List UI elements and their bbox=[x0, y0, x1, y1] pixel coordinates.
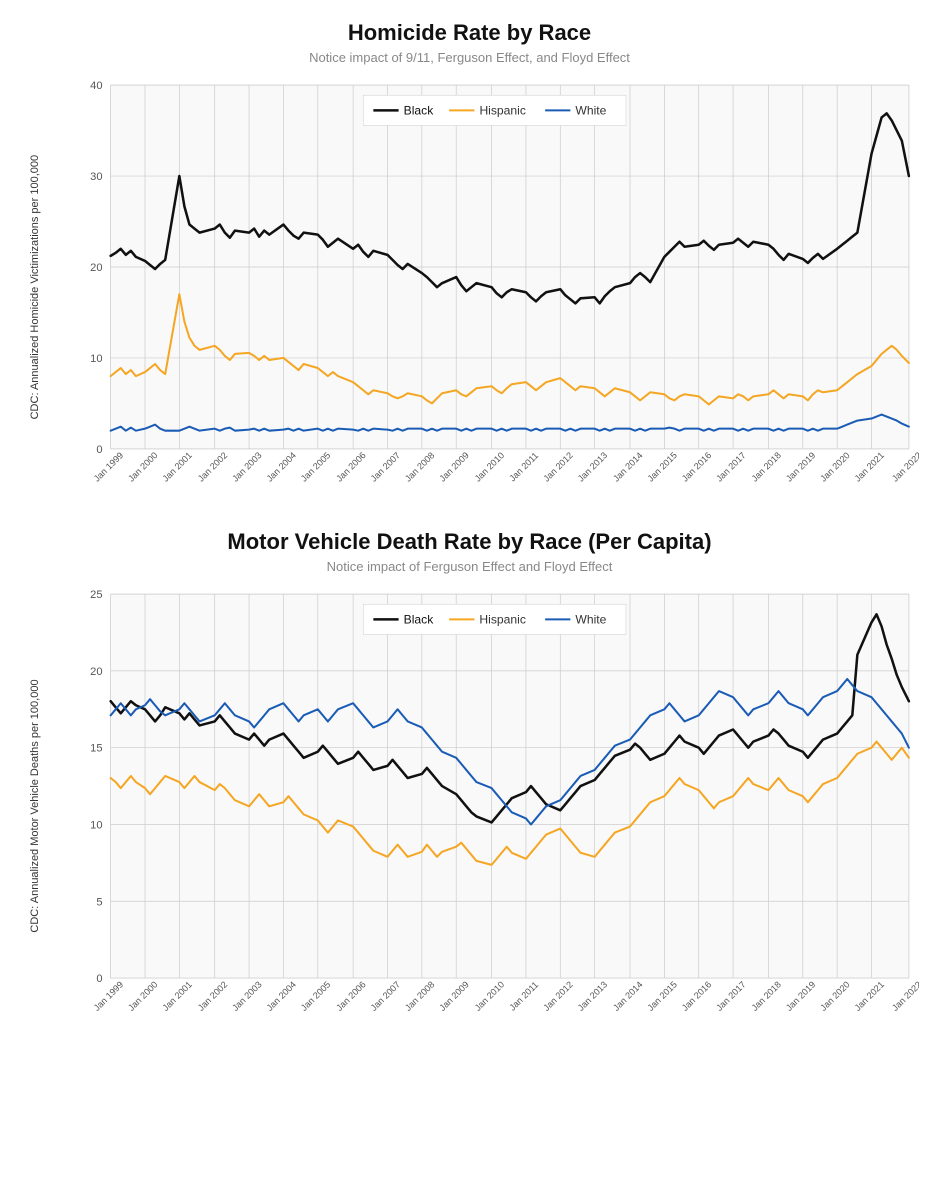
svg-text:Jan 2022: Jan 2022 bbox=[890, 980, 919, 1013]
svg-text:Jan 2007: Jan 2007 bbox=[369, 450, 402, 483]
svg-text:Jan 2002: Jan 2002 bbox=[196, 450, 229, 483]
svg-text:Jan 2005: Jan 2005 bbox=[299, 980, 332, 1013]
chart2-title: Motor Vehicle Death Rate by Race (Per Ca… bbox=[20, 529, 919, 555]
svg-text:Jan 2008: Jan 2008 bbox=[403, 450, 436, 483]
svg-text:0: 0 bbox=[96, 444, 102, 456]
svg-text:Jan 2007: Jan 2007 bbox=[369, 980, 402, 1013]
svg-text:Jan 2021: Jan 2021 bbox=[853, 450, 886, 483]
svg-text:Jan 2014: Jan 2014 bbox=[611, 980, 644, 1013]
svg-text:Jan 2010: Jan 2010 bbox=[473, 980, 506, 1013]
svg-text:Jan 2022: Jan 2022 bbox=[890, 450, 919, 483]
svg-text:Jan 2015: Jan 2015 bbox=[645, 450, 678, 483]
chart1-plot-area: 0 10 20 30 40 bbox=[50, 75, 919, 499]
svg-text:Jan 2019: Jan 2019 bbox=[784, 980, 817, 1013]
svg-text:Jan 2018: Jan 2018 bbox=[750, 450, 783, 483]
chart1-title: Homicide Rate by Race bbox=[20, 20, 919, 46]
svg-text:Jan 2000: Jan 2000 bbox=[126, 450, 159, 483]
chart1-y-label: CDC: Annualized Homicide Victimizations … bbox=[20, 75, 50, 499]
svg-text:White: White bbox=[575, 613, 606, 627]
svg-text:20: 20 bbox=[90, 666, 102, 678]
chart2-svg: 0 5 10 15 20 25 bbox=[50, 584, 919, 1029]
svg-text:10: 10 bbox=[90, 820, 102, 832]
chart1-subtitle: Notice impact of 9/11, Ferguson Effect, … bbox=[20, 50, 919, 65]
svg-text:Jan 2010: Jan 2010 bbox=[473, 450, 506, 483]
svg-text:Jan 2002: Jan 2002 bbox=[196, 980, 229, 1013]
svg-text:Jan 2019: Jan 2019 bbox=[784, 450, 817, 483]
svg-text:Jan 2013: Jan 2013 bbox=[576, 980, 609, 1013]
svg-text:25: 25 bbox=[90, 590, 102, 602]
svg-text:Black: Black bbox=[404, 103, 435, 117]
svg-text:White: White bbox=[575, 103, 606, 117]
svg-text:Jan 2020: Jan 2020 bbox=[818, 980, 851, 1013]
svg-text:Jan 2003: Jan 2003 bbox=[230, 450, 263, 483]
svg-text:Jan 2016: Jan 2016 bbox=[680, 450, 713, 483]
svg-text:Jan 2016: Jan 2016 bbox=[680, 980, 713, 1013]
svg-text:15: 15 bbox=[90, 743, 102, 755]
svg-text:0: 0 bbox=[96, 974, 102, 986]
svg-text:Jan 2003: Jan 2003 bbox=[230, 980, 263, 1013]
svg-text:Jan 2000: Jan 2000 bbox=[126, 980, 159, 1013]
svg-text:10: 10 bbox=[90, 353, 102, 365]
svg-text:Hispanic: Hispanic bbox=[479, 613, 525, 627]
svg-text:Jan 2021: Jan 2021 bbox=[853, 980, 886, 1013]
svg-text:Jan 2009: Jan 2009 bbox=[437, 450, 470, 483]
svg-text:Jan 2012: Jan 2012 bbox=[541, 450, 574, 483]
chart2-y-label: CDC: Annualized Motor Vehicle Deaths per… bbox=[20, 584, 50, 1029]
svg-text:Jan 2011: Jan 2011 bbox=[507, 450, 540, 483]
svg-text:Jan 2001: Jan 2001 bbox=[160, 980, 193, 1013]
svg-text:Jan 2005: Jan 2005 bbox=[299, 450, 332, 483]
svg-text:Jan 2018: Jan 2018 bbox=[750, 980, 783, 1013]
svg-text:30: 30 bbox=[90, 171, 102, 183]
svg-text:Jan 2006: Jan 2006 bbox=[334, 980, 367, 1013]
svg-text:5: 5 bbox=[96, 897, 102, 909]
svg-text:Jan 2015: Jan 2015 bbox=[645, 980, 678, 1013]
svg-text:Hispanic: Hispanic bbox=[479, 103, 525, 117]
svg-text:Jan 2017: Jan 2017 bbox=[714, 450, 747, 483]
svg-text:Jan 2001: Jan 2001 bbox=[160, 450, 193, 483]
svg-text:Jan 2008: Jan 2008 bbox=[403, 980, 436, 1013]
svg-text:Jan 2009: Jan 2009 bbox=[437, 980, 470, 1013]
svg-text:Jan 2011: Jan 2011 bbox=[507, 980, 540, 1013]
svg-text:Jan 2004: Jan 2004 bbox=[265, 450, 298, 483]
svg-text:Jan 2017: Jan 2017 bbox=[714, 980, 747, 1013]
homicide-chart: Homicide Rate by Race Notice impact of 9… bbox=[20, 20, 919, 499]
svg-text:40: 40 bbox=[90, 80, 102, 92]
svg-text:Jan 2006: Jan 2006 bbox=[334, 450, 367, 483]
svg-text:Jan 2004: Jan 2004 bbox=[265, 980, 298, 1013]
svg-text:20: 20 bbox=[90, 262, 102, 274]
svg-text:Jan 2012: Jan 2012 bbox=[541, 980, 574, 1013]
svg-text:Jan 2013: Jan 2013 bbox=[576, 450, 609, 483]
svg-text:Jan 2020: Jan 2020 bbox=[818, 450, 851, 483]
chart2-plot-area: 0 5 10 15 20 25 bbox=[50, 584, 919, 1029]
svg-text:Jan 2014: Jan 2014 bbox=[611, 450, 644, 483]
svg-text:Black: Black bbox=[404, 613, 435, 627]
chart1-svg: 0 10 20 30 40 bbox=[50, 75, 919, 499]
chart2-subtitle: Notice impact of Ferguson Effect and Flo… bbox=[20, 559, 919, 574]
motor-vehicle-chart: Motor Vehicle Death Rate by Race (Per Ca… bbox=[20, 529, 919, 1029]
